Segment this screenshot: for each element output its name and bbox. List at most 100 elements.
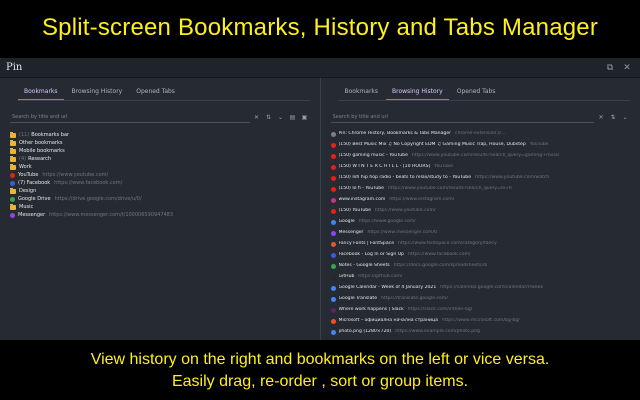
- history-item[interactable]: Google Calendar - Week of 4 January 2021…: [330, 285, 631, 296]
- history-item[interactable]: www.instagram.com https://www.instagram.c…: [330, 197, 631, 208]
- bookmark-folder[interactable]: Music: [10, 203, 310, 211]
- sort-icon[interactable]: ⇅: [264, 114, 274, 121]
- tab-browsing-history[interactable]: Browsing History: [66, 88, 129, 100]
- favicon-icon: [10, 172, 15, 178]
- history-item[interactable]: (150) lofi hip hop radio - beats to rela…: [330, 175, 631, 186]
- item-url: https://github.com/: [358, 274, 403, 279]
- item-label: Pin: Chrome History, Bookmarks & Tabs Ma…: [338, 131, 452, 136]
- favicon-icon: [330, 176, 336, 181]
- chevron-down-icon[interactable]: ⌄: [620, 114, 630, 121]
- history-item[interactable]: Pin: Chrome History, Bookmarks & Tabs Ma…: [330, 131, 631, 142]
- tag-icon[interactable]: ▤: [288, 114, 298, 121]
- item-label: YouTube: [18, 172, 39, 178]
- history-item[interactable]: (150) YouTube https://www.youtube.com/: [330, 208, 631, 219]
- item-label: Other bookmarks: [19, 140, 63, 146]
- bookmark-item[interactable]: Messenger https://www.messenger.com/t/100…: [10, 211, 310, 219]
- window-title: Pin: [6, 62, 23, 73]
- item-url: https://www.google.com/: [358, 219, 416, 224]
- item-url: https://www.facebook.com/: [407, 252, 471, 257]
- item-label: Messenger: [338, 230, 364, 235]
- banner-line-1: View history on the right and bookmarks …: [90, 351, 550, 368]
- tab-opened-tabs[interactable]: Opened Tabs: [130, 88, 181, 100]
- history-item[interactable]: (150) Best Music Mix ♫ No Copyright EDM …: [330, 142, 631, 153]
- folder-add-icon[interactable]: ▣: [300, 114, 310, 121]
- history-item[interactable]: Google https://www.google.com/: [330, 219, 631, 230]
- history-item[interactable]: Messenger https://www.messenger.com/t/: [330, 230, 631, 241]
- item-url: https://www.fontspace.com/category/fancy: [398, 241, 497, 246]
- bookmark-item[interactable]: Google Drive https://drive.google.com/dri…: [10, 195, 310, 203]
- item-label: (150) Best Music Mix ♫ No Copyright EDM …: [338, 142, 526, 147]
- bookmarks-list: (11) Bookmarks bar Other bookmarks Mobile b…: [10, 131, 310, 219]
- favicon-icon: [330, 242, 336, 247]
- favicon-icon: [10, 196, 15, 202]
- favicon-icon: [10, 212, 15, 218]
- item-label: Google: [338, 219, 355, 224]
- open-external-icon[interactable]: ⧉: [603, 61, 617, 75]
- history-item[interactable]: Where work happens | Slack https://slack.…: [330, 307, 631, 318]
- history-item[interactable]: Facebook - Log In or Sign Up https://www.…: [330, 252, 631, 263]
- item-label: Microsoft – официална начална страница: [338, 318, 438, 323]
- close-icon[interactable]: ✕: [620, 61, 634, 75]
- right-tabs: Bookmarks Browsing History Opened Tabs: [339, 82, 631, 100]
- favicon-icon: [330, 264, 336, 269]
- item-label: GitHub: [338, 274, 355, 279]
- history-item[interactable]: (150) W I N T E R C H I L L - [10 HOURS]…: [330, 164, 631, 175]
- history-item[interactable]: Fancy Fonts | FontSpace https://www.fonts…: [330, 241, 631, 252]
- bookmark-folder[interactable]: Other bookmarks: [10, 139, 310, 147]
- item-label: Google Translate: [338, 296, 378, 301]
- item-label: Mobile bookmarks: [19, 148, 65, 154]
- history-item[interactable]: (150) gaming music - YouTube https://www.…: [330, 153, 631, 164]
- clear-search-icon[interactable]: ✕: [252, 114, 262, 121]
- chevron-down-icon[interactable]: ⌄: [276, 114, 286, 121]
- favicon-icon: [330, 209, 336, 214]
- bookmark-folder[interactable]: Design: [10, 187, 310, 195]
- history-item[interactable]: (150) lo fi - YouTube https://www.youtube…: [330, 186, 631, 197]
- right-search-input[interactable]: [332, 113, 594, 120]
- favicon-icon: [330, 154, 336, 159]
- folder-icon: [10, 203, 16, 210]
- item-url: https://www.microsoft.com/bg-bg/: [441, 318, 520, 323]
- sort-icon[interactable]: ⇅: [608, 114, 618, 121]
- item-url: https://www.youtube.com/: [42, 172, 109, 178]
- bookmark-item[interactable]: YouTube https://www.youtube.com/: [10, 171, 310, 179]
- history-item[interactable]: Notes - Google Sheets https://docs.google…: [330, 263, 631, 274]
- item-label: photo.png (1280×720): [338, 329, 392, 334]
- bookmark-folder[interactable]: (4) Research: [10, 155, 310, 163]
- tab-bookmarks[interactable]: Bookmarks: [18, 88, 64, 100]
- bookmark-folder[interactable]: Work: [10, 163, 310, 171]
- folder-icon: [10, 139, 16, 146]
- item-label: Research: [28, 156, 52, 162]
- item-url: https://calendar.google.com/calendar/r/w…: [440, 285, 544, 290]
- favicon-icon: [330, 231, 336, 236]
- item-label: (150) lofi hip hop radio - beats to rela…: [338, 175, 472, 180]
- history-item[interactable]: photo.png (1280×720) https://www.example.…: [330, 329, 631, 340]
- bookmark-folder[interactable]: (11) Bookmarks bar: [10, 131, 310, 139]
- folder-icon: [10, 163, 16, 170]
- history-list: Pin: Chrome History, Bookmarks & Tabs Ma…: [330, 131, 631, 340]
- bookmark-item[interactable]: (7) Facebook https://www.facebook.com/: [10, 179, 310, 187]
- tab-opened-tabs[interactable]: Opened Tabs: [451, 88, 502, 100]
- item-url: chrome-extension://...: [455, 131, 506, 136]
- left-search-input[interactable]: [12, 113, 250, 120]
- item-url: https://www.instagram.com/: [389, 197, 455, 202]
- item-url: https://www.example.com/photo.png: [395, 329, 480, 334]
- tab-browsing-history[interactable]: Browsing History: [386, 88, 449, 100]
- favicon-icon: [330, 187, 336, 192]
- favicon-icon: [330, 275, 336, 280]
- item-label: Notes - Google Sheets: [338, 263, 390, 268]
- history-item[interactable]: Google Translate https://translate.google…: [330, 296, 631, 307]
- history-item[interactable]: Microsoft – официална начална страница ht…: [330, 318, 631, 329]
- right-search-field[interactable]: [330, 112, 594, 123]
- history-item[interactable]: GitHub https://github.com/: [330, 274, 631, 285]
- item-url: https://www.facebook.com/: [54, 180, 123, 186]
- favicon-icon: [10, 180, 15, 186]
- bookmark-folder[interactable]: Mobile bookmarks: [10, 147, 310, 155]
- item-url: https://slack.com/intl/en-bg/: [407, 307, 473, 312]
- clear-search-icon[interactable]: ✕: [596, 114, 606, 121]
- left-search-field[interactable]: [10, 112, 250, 123]
- item-count: (11): [19, 132, 30, 138]
- tab-bookmarks[interactable]: Bookmarks: [339, 88, 385, 100]
- right-pane: BookmarksBrowsing HistoryOpened Tabs ✕ ⇅…: [319, 78, 640, 340]
- item-label: Work: [19, 164, 32, 170]
- item-url: https://www.youtube.com/: [375, 208, 436, 213]
